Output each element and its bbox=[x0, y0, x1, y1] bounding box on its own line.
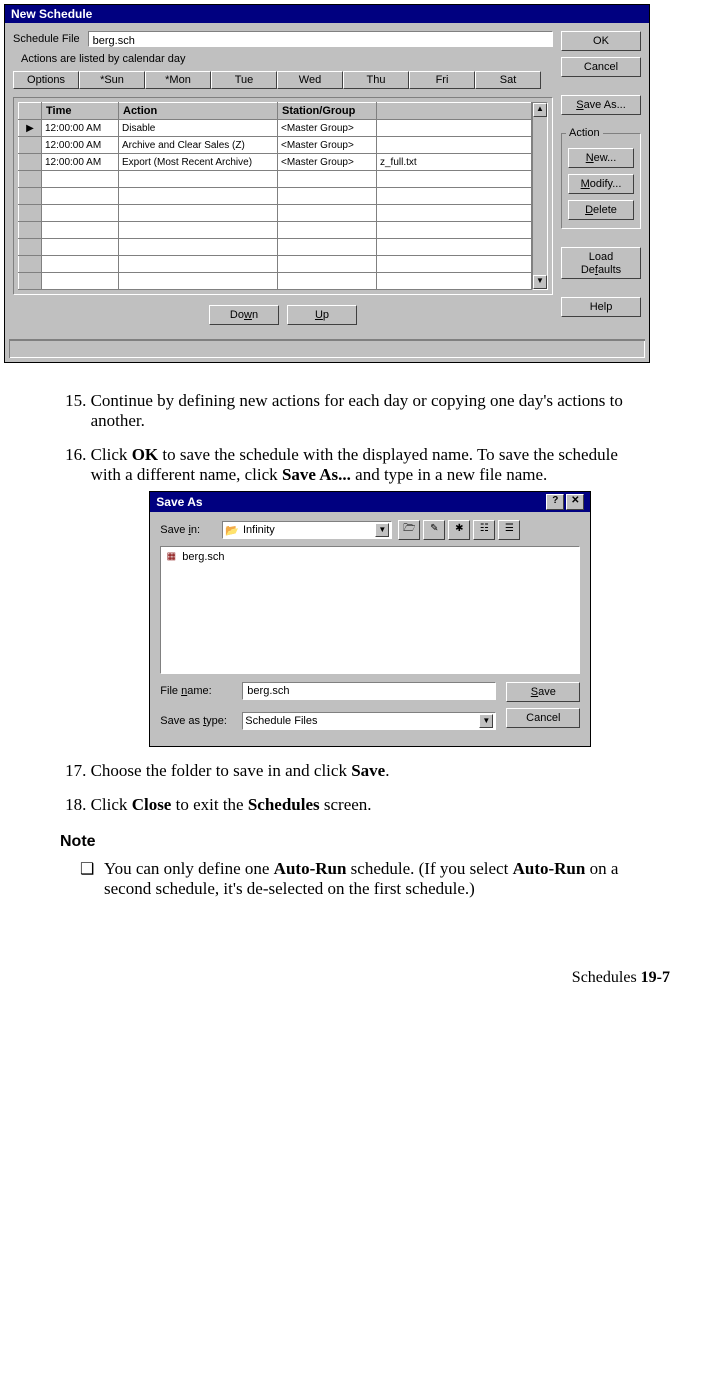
desktop-icon[interactable]: ✎ bbox=[423, 520, 445, 540]
help-icon[interactable]: ? bbox=[546, 494, 564, 510]
save-in-label: Save in: bbox=[160, 524, 216, 536]
day-tabs: Options *Sun *Mon Tue Wed Thu Fri Sat bbox=[13, 71, 553, 89]
tab-sat[interactable]: Sat bbox=[475, 71, 541, 89]
note-heading: Note bbox=[60, 833, 650, 851]
save-as-button[interactable]: Save As... bbox=[561, 95, 641, 115]
table-row[interactable]: ▶ 12:00:00 AM Disable <Master Group> bbox=[19, 120, 532, 137]
vertical-scrollbar[interactable]: ▲ ▼ bbox=[532, 102, 548, 290]
save-button[interactable]: Save bbox=[506, 682, 580, 702]
action-group: Action New... Modify... Delete bbox=[561, 133, 641, 229]
new-folder-icon[interactable]: ✱ bbox=[448, 520, 470, 540]
list-view-icon[interactable]: ☷ bbox=[473, 520, 495, 540]
table-row[interactable] bbox=[19, 222, 532, 239]
close-icon[interactable]: ✕ bbox=[566, 494, 584, 510]
table-row[interactable] bbox=[19, 171, 532, 188]
cancel-save-button[interactable]: Cancel bbox=[506, 708, 580, 728]
actions-table[interactable]: Time Action Station/Group ▶ 12:00:00 AM … bbox=[18, 102, 532, 290]
window-title: New Schedule bbox=[5, 5, 649, 23]
file-list[interactable]: ▦ berg.sch bbox=[160, 546, 580, 674]
tab-sun[interactable]: *Sun bbox=[79, 71, 145, 89]
tab-wed[interactable]: Wed bbox=[277, 71, 343, 89]
folder-icon: 📂 bbox=[225, 524, 239, 537]
schedule-file-label: Schedule File bbox=[13, 33, 80, 45]
table-row[interactable] bbox=[19, 273, 532, 290]
list-item[interactable]: ▦ berg.sch bbox=[164, 550, 576, 564]
save-in-combo[interactable]: 📂 Infinity ▼ bbox=[222, 521, 392, 539]
up-button[interactable]: Up bbox=[287, 305, 357, 325]
file-name-label: File name: bbox=[160, 685, 236, 697]
tab-tue[interactable]: Tue bbox=[211, 71, 277, 89]
col-action: Action bbox=[119, 103, 278, 120]
table-row[interactable] bbox=[19, 205, 532, 222]
col-station: Station/Group bbox=[278, 103, 377, 120]
page-footer: Schedules 19-7 bbox=[0, 909, 710, 987]
save-as-type-label: Save as type: bbox=[160, 715, 236, 727]
down-button[interactable]: Down bbox=[209, 305, 279, 325]
note-item: You can only define one Auto-Run schedul… bbox=[80, 859, 650, 899]
step-18: Click Close to exit the Schedules screen… bbox=[91, 795, 650, 815]
step-15: Continue by defining new actions for eac… bbox=[91, 391, 650, 431]
details-view-icon[interactable]: ☰ bbox=[498, 520, 520, 540]
table-row[interactable]: 12:00:00 AM Export (Most Recent Archive)… bbox=[19, 154, 532, 171]
col-time: Time bbox=[42, 103, 119, 120]
actions-table-wrap: Time Action Station/Group ▶ 12:00:00 AM … bbox=[13, 97, 553, 295]
step-16: Click OK to save the schedule with the d… bbox=[91, 445, 650, 747]
schedule-file-input[interactable]: berg.sch bbox=[88, 31, 553, 47]
load-defaults-button[interactable]: LoadDefaults bbox=[561, 247, 641, 279]
table-row[interactable] bbox=[19, 188, 532, 205]
new-schedule-window: New Schedule Schedule File berg.sch Acti… bbox=[4, 4, 650, 363]
chevron-down-icon[interactable]: ▼ bbox=[375, 523, 389, 537]
ok-button[interactable]: OK bbox=[561, 31, 641, 51]
up-one-level-icon[interactable]: 🗁 bbox=[398, 520, 420, 540]
chevron-down-icon[interactable]: ▼ bbox=[479, 714, 493, 728]
note-list: You can only define one Auto-Run schedul… bbox=[60, 859, 650, 899]
scroll-down-icon[interactable]: ▼ bbox=[533, 275, 547, 289]
tab-options[interactable]: Options bbox=[13, 71, 79, 89]
step-17: Choose the folder to save in and click S… bbox=[91, 761, 650, 781]
help-button[interactable]: Help bbox=[561, 297, 641, 317]
hint-text: Actions are listed by calendar day bbox=[21, 53, 553, 65]
save-in-value: Infinity bbox=[243, 524, 275, 536]
table-row[interactable]: 12:00:00 AM Archive and Clear Sales (Z) … bbox=[19, 137, 532, 154]
action-group-label: Action bbox=[566, 127, 603, 139]
instruction-list: Continue by defining new actions for eac… bbox=[60, 391, 650, 815]
tab-mon[interactable]: *Mon bbox=[145, 71, 211, 89]
new-action-button[interactable]: New... bbox=[568, 148, 634, 168]
modify-action-button[interactable]: Modify... bbox=[568, 174, 634, 194]
save-as-type-combo[interactable]: Schedule Files ▼ bbox=[242, 712, 496, 730]
cancel-button[interactable]: Cancel bbox=[561, 57, 641, 77]
save-as-title: Save As bbox=[156, 495, 202, 509]
file-icon: ▦ bbox=[164, 550, 178, 564]
file-name-input[interactable]: berg.sch bbox=[242, 682, 496, 700]
tab-fri[interactable]: Fri bbox=[409, 71, 475, 89]
save-as-dialog: Save As ? ✕ Save in: 📂 Infinity ▼ bbox=[149, 491, 591, 747]
table-row[interactable] bbox=[19, 256, 532, 273]
status-bar bbox=[9, 339, 645, 358]
table-row[interactable] bbox=[19, 239, 532, 256]
delete-action-button[interactable]: Delete bbox=[568, 200, 634, 220]
scroll-up-icon[interactable]: ▲ bbox=[533, 103, 547, 117]
tab-thu[interactable]: Thu bbox=[343, 71, 409, 89]
